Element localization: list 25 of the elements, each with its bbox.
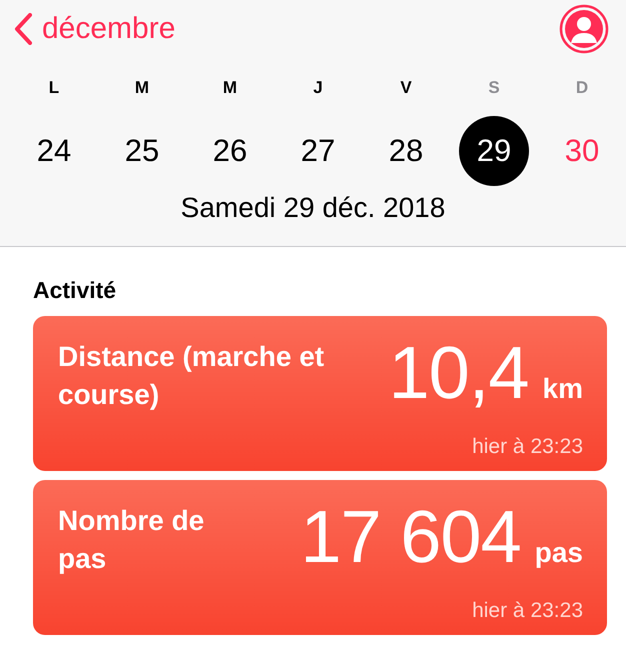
day-number[interactable]: 26 [195, 116, 265, 186]
metric-title: Nombre de pas [58, 504, 206, 576]
weekday-label: S [488, 78, 500, 98]
section-title: Activité [33, 277, 118, 304]
weekday-label: L [48, 78, 60, 98]
day-number[interactable]: 25 [107, 116, 177, 186]
weekday-label: V [400, 78, 412, 98]
metric-unit: km [542, 373, 583, 405]
weekday-label: D [576, 78, 588, 98]
metric-title: Distance (marche et course) [58, 340, 326, 412]
day-number[interactable]: 24 [19, 116, 89, 186]
metric-value: 17 604 [300, 500, 521, 574]
metric-value: 10,4 [388, 336, 529, 410]
weekday-label: J [313, 78, 323, 98]
day-number[interactable]: 27 [283, 116, 353, 186]
back-icon [14, 13, 32, 45]
weekday-label: M [134, 78, 150, 98]
weekday-label: M [222, 78, 238, 98]
update-time: hier à 23:23 [472, 435, 583, 459]
metric-unit: pas [534, 537, 583, 569]
date-title: Samedi 29 déc. 2018 [180, 192, 446, 224]
day-number[interactable]: 28 [371, 116, 441, 186]
update-time: hier à 23:23 [472, 599, 583, 623]
profile-icon[interactable] [559, 4, 609, 54]
day-number[interactable]: 29 [459, 116, 529, 186]
